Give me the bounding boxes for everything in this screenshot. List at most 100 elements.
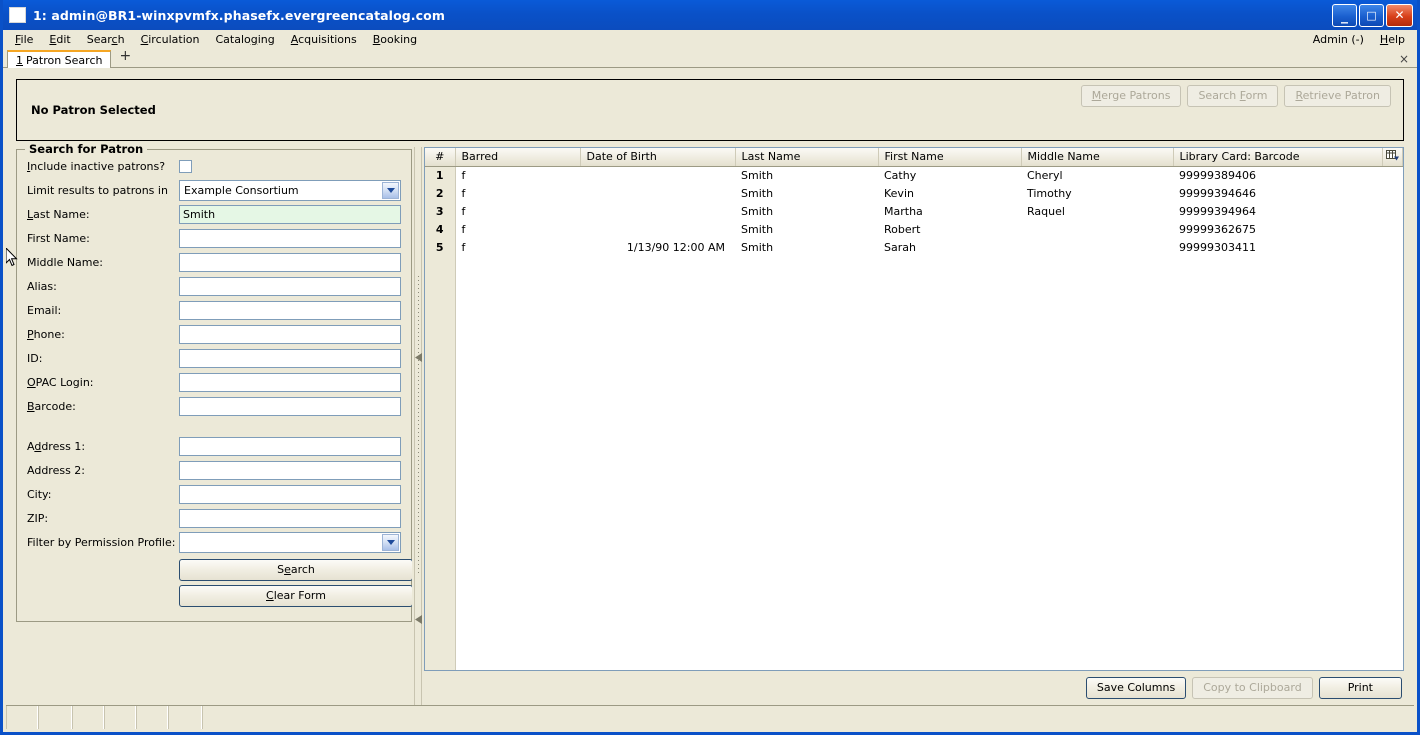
new-tab-button[interactable]: + <box>111 47 139 67</box>
close-icon: ✕ <box>1394 8 1405 22</box>
menu-item-help[interactable]: Help <box>1372 31 1413 48</box>
title-bar: 1: admin@BR1-winxpvmfx.phasefx.evergreen… <box>3 0 1417 30</box>
last-name-input[interactable] <box>179 204 401 224</box>
retrieve-patron-button[interactable]: Retrieve Patron <box>1284 85 1391 107</box>
column-header-library-card-barcode[interactable]: Library Card: Barcode <box>1173 148 1383 167</box>
status-segment <box>6 706 38 729</box>
menu-item-booking[interactable]: Booking <box>365 31 425 48</box>
email-label: Email: <box>27 303 62 317</box>
results-panel: # Barred Date of Birth Last Name First N… <box>424 147 1404 705</box>
close-button[interactable]: ✕ <box>1386 3 1413 27</box>
opac-login-input[interactable] <box>179 372 401 392</box>
limit-results-select[interactable]: Example Consortium <box>179 179 401 201</box>
copy-to-clipboard-button[interactable]: Copy to Clipboard <box>1192 677 1313 699</box>
column-header-dob[interactable]: Date of Birth <box>580 148 736 167</box>
search-button[interactable]: Search <box>179 559 413 581</box>
print-button[interactable]: Print <box>1318 677 1402 699</box>
opac-login-label: OPAC Login: <box>27 375 94 389</box>
phone-input[interactable] <box>179 324 401 344</box>
maximize-button[interactable]: □ <box>1359 3 1384 27</box>
column-header-middle-name[interactable]: Middle Name <box>1021 148 1174 167</box>
cell-barred: f <box>461 168 466 182</box>
menu-item-file[interactable]: File <box>7 31 41 48</box>
row-phone: Phone: <box>27 322 401 346</box>
include-inactive-checkbox[interactable] <box>179 159 192 173</box>
permission-profile-label: Filter by Permission Profile: <box>27 535 176 549</box>
cell-last-name: Smith <box>741 168 774 182</box>
row-include-inactive: Include inactive patrons? <box>27 154 401 178</box>
menu-item-admin[interactable]: Admin (-) <box>1305 31 1372 48</box>
close-tab-button[interactable]: × <box>1399 53 1409 67</box>
alias-label: Alias: <box>27 279 57 293</box>
middle-name-input[interactable] <box>179 252 401 272</box>
row-opac-login: OPAC Login: <box>27 370 401 394</box>
table-row[interactable]: 5 f 1/13/90 12:00 AM Smith Sarah 9999930… <box>425 238 1403 257</box>
window-icon <box>9 7 26 23</box>
table-row[interactable]: 3 f Smith Martha Raquel 99999394964 <box>425 202 1403 221</box>
status-message-area <box>202 706 1414 729</box>
permission-profile-select[interactable] <box>179 531 401 553</box>
menu-item-circulation[interactable]: Circulation <box>133 31 208 48</box>
cell-dob <box>580 203 735 221</box>
address1-input[interactable] <box>179 436 401 456</box>
merge-patrons-button[interactable]: Merge Patrons <box>1080 85 1182 107</box>
column-picker-button[interactable] <box>1382 148 1403 167</box>
row-permission-profile: Filter by Permission Profile: <box>27 530 401 554</box>
barcode-input[interactable] <box>179 396 401 416</box>
window-controls: _ □ ✕ <box>1332 3 1415 27</box>
include-inactive-label: Include inactive patrons? <box>27 159 166 173</box>
address1-label: Address 1: <box>27 439 86 453</box>
search-for-patron-fieldset: Search for Patron Include inactive patro… <box>16 142 413 622</box>
tab-patron-search[interactable]: 1 Patron Search <box>7 50 112 68</box>
column-header-number[interactable]: # <box>425 148 456 167</box>
cell-last-name: Smith <box>741 240 774 254</box>
column-header-last-name[interactable]: Last Name <box>735 148 879 167</box>
city-label: City: <box>27 487 52 501</box>
menu-item-search[interactable]: Search <box>79 31 133 48</box>
table-row[interactable]: 4 f Smith Robert 99999362675 <box>425 220 1403 239</box>
status-segment <box>38 706 72 729</box>
splitter-expand-left-icon[interactable] <box>415 615 422 624</box>
search-form-button[interactable]: Search Form <box>1187 85 1279 107</box>
cell-number: 5 <box>425 238 456 257</box>
limit-results-label: Limit results to patrons in <box>27 183 168 197</box>
row-city: City: <box>27 482 401 506</box>
city-input[interactable] <box>179 484 401 504</box>
menu-item-cataloging[interactable]: Cataloging <box>207 31 282 48</box>
cell-spacer <box>1383 203 1403 221</box>
cell-barcode: 99999303411 <box>1179 240 1256 254</box>
alias-input[interactable] <box>179 276 401 296</box>
barcode-label: Barcode: <box>27 399 76 413</box>
results-table: # Barred Date of Birth Last Name First N… <box>425 148 1403 257</box>
cell-barred: f <box>461 222 466 236</box>
table-row[interactable]: 1 f Smith Cathy Cheryl 99999389406 <box>425 166 1403 185</box>
cell-barcode: 99999394964 <box>1179 204 1256 218</box>
cell-dob <box>580 185 735 203</box>
cell-last-name: Smith <box>741 204 774 218</box>
cell-number: 3 <box>425 202 456 221</box>
cell-spacer <box>1383 221 1403 239</box>
patron-header-actions: Merge Patrons Search Form Retrieve Patro… <box>1080 85 1391 107</box>
clear-form-button[interactable]: Clear Form <box>179 585 413 607</box>
save-columns-button[interactable]: Save Columns <box>1085 677 1187 699</box>
cell-last-name: Smith <box>741 186 774 200</box>
column-header-first-name[interactable]: First Name <box>878 148 1022 167</box>
panel-splitter[interactable] <box>412 147 424 705</box>
minimize-button[interactable]: _ <box>1332 3 1357 27</box>
splitter-collapse-left-icon[interactable] <box>415 353 422 362</box>
row-first-name: First Name: <box>27 226 401 250</box>
id-input[interactable] <box>179 348 401 368</box>
status-segment <box>104 706 136 729</box>
cell-first-name: Cathy <box>884 168 917 182</box>
email-input[interactable] <box>179 300 401 320</box>
minimize-icon: _ <box>1341 7 1348 24</box>
status-segment <box>168 706 202 729</box>
menu-item-edit[interactable]: Edit <box>41 31 78 48</box>
zip-input[interactable] <box>179 508 401 528</box>
cell-first-name: Kevin <box>884 186 914 200</box>
column-header-barred[interactable]: Barred <box>455 148 581 167</box>
menu-item-acquisitions[interactable]: Acquisitions <box>283 31 365 48</box>
first-name-input[interactable] <box>179 228 401 248</box>
table-row[interactable]: 2 f Smith Kevin Timothy 99999394646 <box>425 184 1403 203</box>
address2-input[interactable] <box>179 460 401 480</box>
